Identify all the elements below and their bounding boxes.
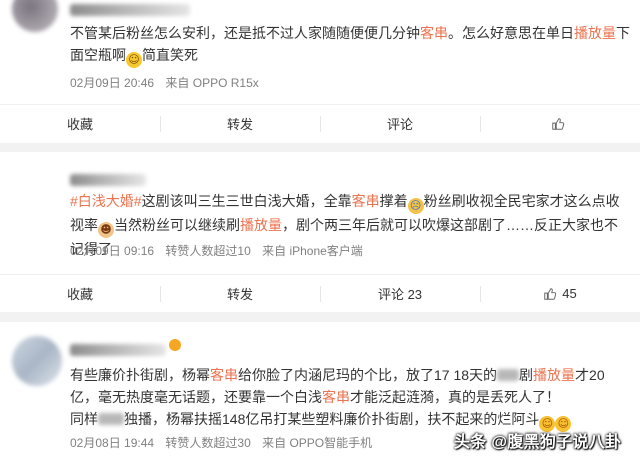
post-meta: 02月09日 09:16 转赞人数超过10 来自 iPhone客户端 — [70, 242, 371, 259]
post-meta: 02月09日 20:46 来自 OPPO R15x — [70, 74, 267, 91]
text-span: 不管某后粉丝怎么安利，还是抵不过人家随随便便几分钟 — [70, 25, 420, 41]
thumbs-up-icon — [544, 287, 557, 300]
post-card-2: #白浅大婚#这剧该叫三生三世白浅大婚，全靠客串撑着 ☹ 粉丝刷收视全民宅家才这么点收… — [0, 152, 640, 312]
laugh-emoji-icon: ☺ — [126, 52, 142, 68]
keyword-highlight: 客串 — [351, 193, 380, 209]
text-span: 有些廉价扑街剧，杨幂 — [70, 367, 210, 383]
text-span: 同样 — [70, 411, 98, 427]
avatar[interactable] — [12, 336, 62, 386]
collect-label: 收藏 — [66, 117, 93, 132]
text-span: 才能泛起涟漪，真的是丢死人了！ — [350, 389, 560, 405]
action-bar: 收藏 转发 评论 23 45 — [0, 274, 640, 312]
watermark: 头条 @腹黑狗子说八卦 — [454, 434, 622, 451]
repost-note: 转赞人数超过10 — [165, 244, 251, 258]
share-label: 转发 — [226, 117, 253, 132]
collect-button[interactable]: 收藏 — [0, 105, 160, 142]
text-span: 简直笑死 — [142, 47, 198, 63]
post-source: 来自 iPhone客户端 — [262, 244, 363, 258]
keyword-highlight: 客串 — [322, 389, 350, 405]
comment-button[interactable]: 评论 23 — [320, 275, 480, 312]
comment-label: 评论 — [386, 117, 413, 132]
post-time[interactable]: 02月09日 09:16 — [70, 244, 154, 258]
avatar[interactable] — [12, 0, 58, 32]
username-blurred[interactable] — [70, 174, 146, 186]
post-text: 有些廉价扑街剧，杨幂客串给你脸了内涵尼玛的个比，放了17 18天的 剧播放量才20… — [70, 364, 630, 432]
cute-emoji-icon: ☻ — [98, 222, 114, 238]
like-button[interactable]: 45 — [480, 275, 640, 312]
username-blurred[interactable] — [70, 4, 190, 16]
comment-button[interactable]: 评论 — [320, 105, 480, 142]
thumbs-up-icon — [551, 117, 564, 130]
post-text: 不管某后粉丝怎么安利，还是抵不过人家随随便便几分钟客串。怎么好意思在单日播放量下… — [70, 22, 630, 68]
comment-label: 评论 23 — [377, 287, 423, 302]
keyword-highlight: 客串 — [210, 367, 238, 383]
post-time[interactable]: 02月09日 20:46 — [70, 76, 154, 90]
post-card-1: 不管某后粉丝怎么安利，还是抵不过人家随随便便几分钟客串。怎么好意思在单日播放量下… — [0, 0, 640, 143]
text-span: 剧 — [519, 367, 534, 383]
username-blurred[interactable] — [70, 344, 166, 356]
blurred-word — [497, 369, 520, 381]
share-button[interactable]: 转发 — [160, 105, 320, 142]
hashtag-link[interactable]: #白浅大婚# — [70, 193, 142, 209]
collect-button[interactable]: 收藏 — [0, 275, 160, 312]
keyword-highlight: 播放量 — [533, 367, 576, 383]
post-source: 来自 OPPO R15x — [165, 76, 259, 90]
text-span: 给你脸了内涵尼玛的个比，放了17 18天的 — [238, 367, 498, 383]
post-meta: 02月08日 19:44 转赞人数超过30 来自 OPPO智能手机 — [70, 434, 380, 451]
action-bar: 收藏 转发 评论 — [0, 104, 640, 142]
sweat-emoji-icon: ☹ — [407, 198, 424, 214]
text-span: 独播，杨幂扶摇148亿吊打某些塑料廉价扑街剧，扶不起来的烂阿斗 — [124, 411, 540, 427]
keyword-highlight: 播放量 — [240, 217, 282, 233]
text-span: 撑着 — [379, 193, 408, 209]
like-count: 45 — [562, 286, 577, 301]
post-source: 来自 OPPO智能手机 — [262, 436, 373, 450]
text-span: 这剧该叫三生三世白浅大婚，全靠 — [141, 193, 352, 209]
keyword-highlight: 播放量 — [574, 25, 616, 41]
repost-note: 转赞人数超过30 — [165, 436, 251, 450]
post-time[interactable]: 02月08日 19:44 — [70, 436, 154, 450]
vip-badge-icon — [169, 339, 181, 351]
share-label: 转发 — [226, 287, 253, 302]
keyword-highlight: 客串 — [420, 25, 448, 41]
blurred-word — [98, 413, 124, 425]
share-button[interactable]: 转发 — [160, 275, 320, 312]
text-span: 。怎么好意思在单日 — [448, 25, 574, 41]
collect-label: 收藏 — [66, 287, 93, 302]
like-button[interactable] — [480, 105, 640, 142]
text-span: 当然粉丝可以继续刷 — [114, 217, 240, 233]
